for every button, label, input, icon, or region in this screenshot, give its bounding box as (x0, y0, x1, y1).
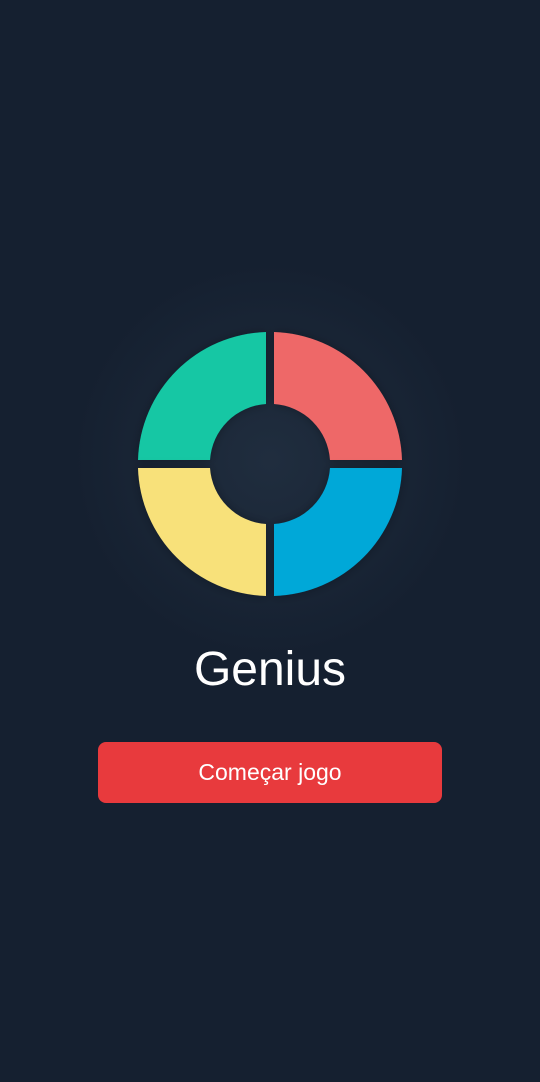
start-game-button[interactable]: Começar jogo (98, 742, 442, 803)
blue-quadrant[interactable] (274, 468, 402, 596)
genius-logo (138, 332, 402, 596)
home-screen: Genius Começar jogo (0, 0, 540, 1082)
app-title: Genius (193, 643, 347, 696)
green-quadrant[interactable] (138, 332, 266, 460)
yellow-quadrant[interactable] (138, 468, 266, 596)
red-quadrant[interactable] (274, 332, 402, 460)
